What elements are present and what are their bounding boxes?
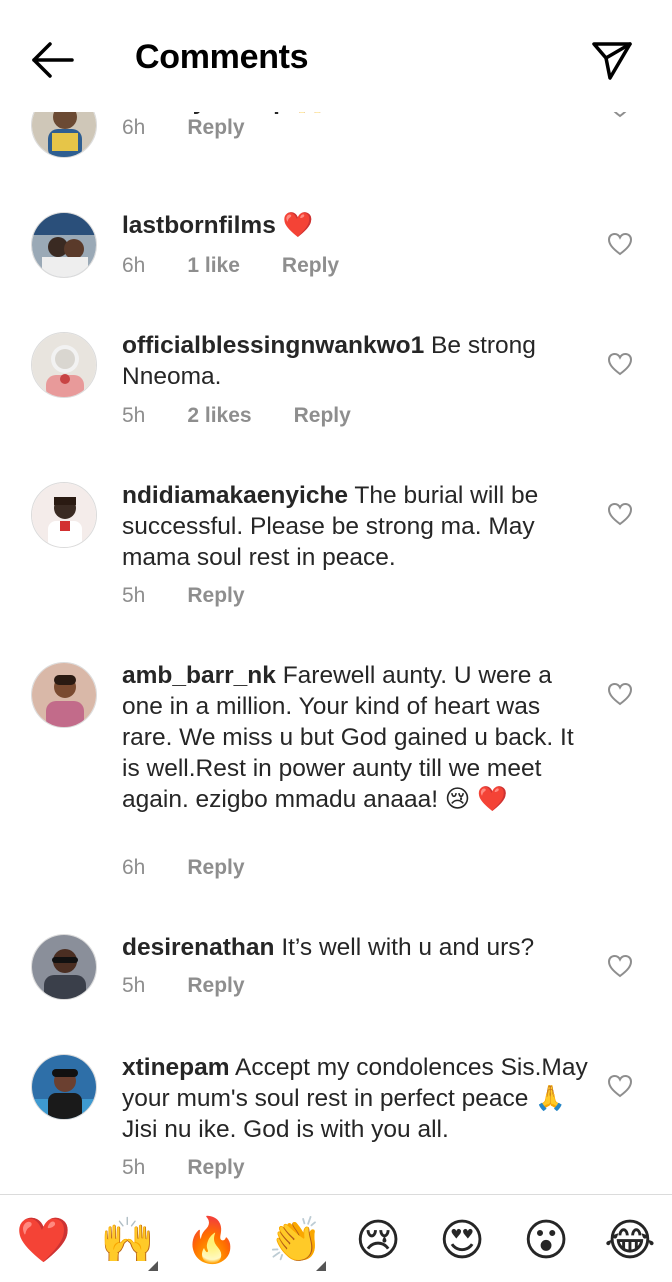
reply-button[interactable]: Reply (187, 584, 244, 608)
fire-emoji[interactable]: 🔥 (184, 1215, 239, 1267)
reply-button[interactable]: Reply (187, 974, 244, 998)
reply-button[interactable]: Reply (282, 254, 339, 278)
comment-time: 6h (122, 116, 146, 139)
avatar[interactable] (31, 1054, 97, 1120)
comment-username[interactable]: stanley_ontop (122, 112, 288, 115)
comment-username[interactable]: lastbornfilms (122, 212, 276, 239)
comment-meta: 5h Reply (122, 1156, 287, 1180)
like-heart-icon[interactable] (607, 954, 633, 978)
avatar[interactable] (31, 662, 97, 728)
comment-text: amb_barr_nk Farewell aunty. U were a one… (122, 662, 574, 813)
comment-meta: 6h 1 like Reply (122, 254, 381, 278)
comment-text: officialblessingnwankwo1 Be strong Nneom… (122, 332, 536, 390)
like-heart-icon[interactable] (607, 232, 633, 256)
like-heart-icon[interactable] (607, 112, 633, 118)
comment-time: 5h (122, 1156, 146, 1179)
comment-time: 6h (122, 254, 146, 277)
back-arrow-icon[interactable] (28, 38, 76, 82)
direct-send-icon[interactable] (588, 36, 636, 84)
crying-face-emoji[interactable]: 😢 (352, 1215, 404, 1267)
like-heart-icon[interactable] (607, 1074, 633, 1098)
comment-username[interactable]: officialblessingnwankwo1 (122, 332, 424, 359)
comment-username[interactable]: xtinepam (122, 1054, 230, 1081)
reply-button[interactable]: Reply (187, 116, 244, 140)
reply-button[interactable]: Reply (187, 856, 244, 880)
comment-username[interactable]: desirenathan (122, 934, 275, 961)
comment-meta: 5h Reply (122, 584, 287, 608)
raising-hands-emoji[interactable]: 🙌 (100, 1215, 158, 1271)
emoji-glyph: 👏 (268, 1215, 323, 1266)
comment-text: lastbornfilms ❤️ (122, 212, 314, 239)
comment-username[interactable]: amb_barr_nk (122, 662, 276, 689)
avatar[interactable] (31, 482, 97, 548)
avatar[interactable] (31, 332, 97, 398)
comment-meta: 6h Reply (122, 856, 287, 880)
red-heart-emoji[interactable]: ❤️ (16, 1215, 71, 1267)
comment-text: desirenathan It’s well with u and urs? (122, 934, 535, 961)
comment-time: 6h (122, 856, 146, 879)
comment-meta: 5h Reply (122, 974, 287, 998)
comment-username[interactable]: ndidiamakaenyiche (122, 482, 348, 509)
surprised-face-emoji[interactable]: 😮 (520, 1215, 572, 1267)
like-heart-icon[interactable] (607, 352, 633, 376)
avatar[interactable] (31, 212, 97, 278)
variant-indicator-icon (148, 1261, 158, 1271)
tears-of-joy-emoji[interactable]: 😂 (604, 1215, 656, 1267)
comment-meta: 6h Reply (122, 116, 287, 140)
comment-time: 5h (122, 584, 146, 607)
like-count[interactable]: 1 like (187, 254, 240, 278)
page-title: Comments (135, 38, 309, 76)
heart-eyes-emoji[interactable]: 😍 (436, 1215, 488, 1267)
comments-list[interactable]: stanley_ontop 🙌 6h Reply lastbornfilms ❤… (0, 112, 672, 1194)
like-heart-icon[interactable] (607, 682, 633, 706)
comment-time: 5h (122, 974, 146, 997)
clapping-hands-emoji[interactable]: 👏 (268, 1215, 326, 1271)
comment-time: 5h (122, 404, 146, 427)
like-heart-icon[interactable] (607, 502, 633, 526)
avatar[interactable] (31, 112, 97, 158)
comment-meta: 5h 2 likes Reply (122, 404, 393, 428)
comment-text: ndidiamakaenyiche The burial will be suc… (122, 482, 539, 571)
top-bar: Comments (0, 0, 672, 112)
like-count[interactable]: 2 likes (187, 404, 251, 428)
variant-indicator-icon (316, 1261, 326, 1271)
comment-text: xtinepam Accept my condolences Sis.May y… (122, 1054, 588, 1143)
reply-button[interactable]: Reply (294, 404, 351, 428)
emoji-glyph: 🙌 (100, 1215, 155, 1266)
reply-button[interactable]: Reply (187, 1156, 244, 1180)
avatar[interactable] (31, 934, 97, 1000)
quick-emoji-bar: ❤️ 🙌 🔥 👏 😢 😍 😮 😂 (0, 1194, 672, 1282)
